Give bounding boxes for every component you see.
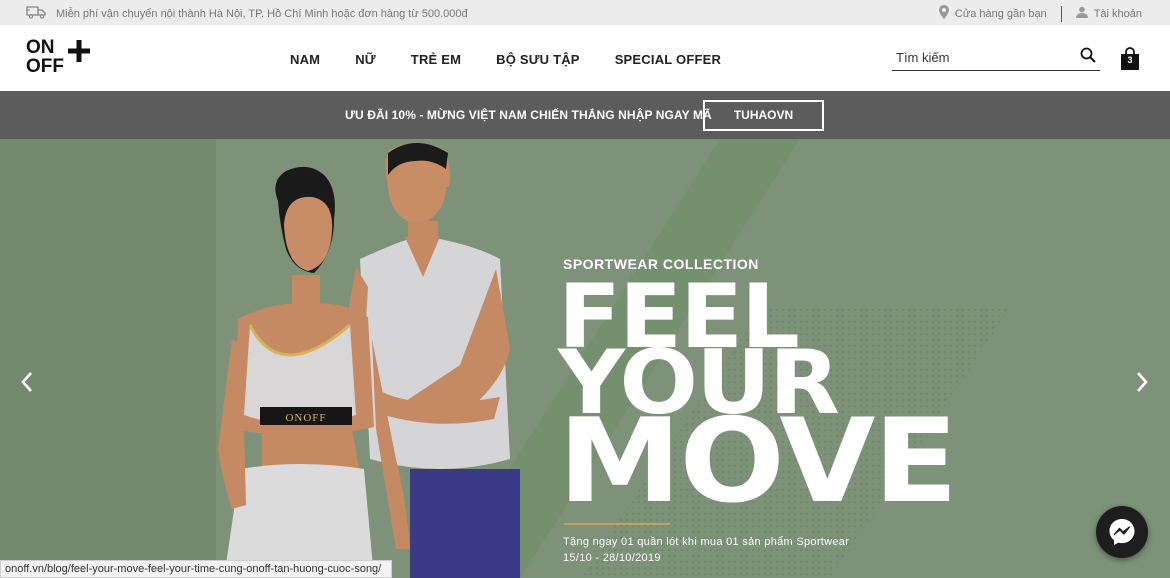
hero-divider [564, 523, 670, 525]
search-box [892, 45, 1100, 71]
promo-banner: ƯU ĐÃI 10% - MỪNG VIỆT NAM CHIẾN THẮNG N… [0, 91, 1170, 139]
chevron-right-icon [1137, 372, 1148, 392]
hero-offer-text: Tặng ngay 01 quần lót khi mua 01 sản phẩ… [563, 536, 850, 548]
search-icon[interactable] [1080, 47, 1096, 68]
chevron-left-icon [21, 372, 32, 392]
slider-next-button[interactable] [1131, 367, 1153, 397]
divider [1060, 5, 1062, 22]
user-icon [1075, 6, 1088, 21]
promo-code-button[interactable]: TUHAOVN [703, 100, 824, 131]
account-link[interactable]: Tài khoản [1075, 6, 1142, 21]
shipping-text: Miễn phí vận chuyển nội thành Hà Nội, TP… [56, 7, 468, 20]
logo-plus-icon [68, 40, 90, 62]
site-header: ON OFF NAM NỮ TRẺ EM BỘ SƯU TẬP SPECIAL … [0, 25, 1170, 91]
truck-icon [26, 5, 47, 22]
store-link-label: Cửa hàng gần bạn [954, 7, 1047, 20]
store-locator-link[interactable]: Cửa hàng gần bạn [938, 5, 1047, 22]
hero-slider[interactable]: ONOFF SPORTWEAR COLLECTION FEEL YOUR MOV… [0, 139, 1170, 578]
shipping-notice: Miễn phí vận chuyển nội thành Hà Nội, TP… [26, 5, 468, 22]
messenger-icon [1109, 519, 1135, 545]
nav-item-special-offer[interactable]: SPECIAL OFFER [615, 52, 721, 67]
location-pin-icon [938, 5, 949, 22]
hero-dates: 15/10 - 28/10/2019 [563, 552, 661, 564]
nav-item-nam[interactable]: NAM [290, 52, 320, 67]
search-input[interactable] [892, 45, 1072, 69]
bra-logo-text: ONOFF [285, 412, 326, 424]
messenger-chat-button[interactable] [1096, 506, 1148, 558]
slider-prev-button[interactable] [16, 367, 38, 397]
cart-button[interactable]: 3 [1120, 47, 1140, 71]
account-link-label: Tài khoản [1093, 7, 1142, 20]
nav-item-tre-em[interactable]: TRẺ EM [411, 52, 461, 67]
promo-text: ƯU ĐÃI 10% - MỪNG VIỆT NAM CHIẾN THẮNG N… [345, 108, 712, 122]
nav-item-bo-suu-tap[interactable]: BỘ SƯU TẬP [496, 52, 580, 67]
cart-count-badge: 3 [1127, 55, 1133, 65]
nav-item-nu[interactable]: NỮ [355, 52, 376, 67]
main-nav: NAM NỮ TRẺ EM BỘ SƯU TẬP SPECIAL OFFER [290, 52, 721, 67]
onoff-logo[interactable]: ON OFF [26, 38, 90, 80]
hero-headline-line3: MOVE [558, 394, 958, 529]
top-utility-bar: Miễn phí vận chuyển nội thành Hà Nội, TP… [0, 0, 1170, 25]
browser-status-url: onoff.vn/blog/feel-your-move-feel-your-t… [0, 560, 393, 578]
